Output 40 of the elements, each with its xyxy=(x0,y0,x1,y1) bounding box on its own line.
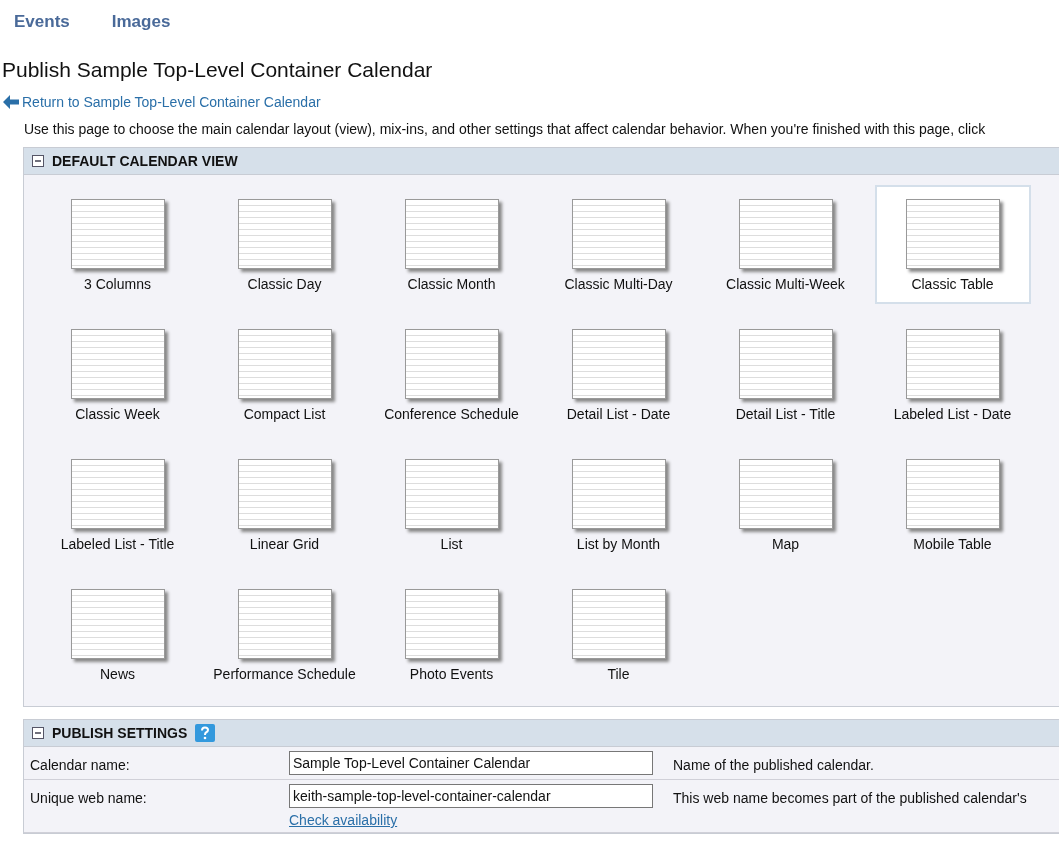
view-option[interactable]: Map xyxy=(707,445,864,564)
collapse-icon[interactable] xyxy=(32,155,44,167)
view-option[interactable]: Compact List xyxy=(206,315,363,434)
section-title: PUBLISH SETTINGS xyxy=(52,725,188,741)
view-option[interactable]: Conference Schedule xyxy=(373,315,530,434)
field-label: Unique web name: xyxy=(30,789,148,806)
text-field[interactable]: keith-sample-top-level-container-calendar xyxy=(289,784,653,808)
view-option[interactable]: Detail List - Title xyxy=(707,315,864,434)
intro-text: Use this page to choose the main calendar layout (view), mix-ins, and other settings that affect calendar behavior. When you're finished with this page, click xyxy=(24,121,987,137)
back-arrow-icon xyxy=(3,95,19,109)
view-option[interactable]: Classic Day xyxy=(206,185,363,304)
view-option[interactable]: Tile xyxy=(540,575,697,694)
text-field[interactable]: Sample Top-Level Container Calendar xyxy=(289,751,653,775)
check-availability-link[interactable]: Check availability xyxy=(289,812,673,828)
view-option[interactable]: Classic Week xyxy=(39,315,196,434)
view-option[interactable]: News xyxy=(39,575,196,694)
view-option[interactable]: Classic Multi-Week xyxy=(707,185,864,304)
view-option[interactable]: Performance Schedule xyxy=(206,575,363,694)
section-title: DEFAULT CALENDAR VIEW xyxy=(52,153,238,169)
view-option[interactable]: Labeled List - Date xyxy=(874,315,1031,434)
view-option[interactable]: List xyxy=(373,445,530,564)
view-option[interactable]: 3 Columns xyxy=(39,185,196,304)
field-label: Calendar name: xyxy=(30,756,131,773)
view-option[interactable]: Classic Month xyxy=(373,185,530,304)
view-option[interactable]: Detail List - Date xyxy=(540,315,697,434)
field-hint: Name of the published calendar. xyxy=(673,756,875,773)
view-option[interactable]: Mobile Table xyxy=(874,445,1031,564)
back-link[interactable]: Return to Sample Top-Level Container Calendar xyxy=(22,94,321,110)
collapse-icon[interactable] xyxy=(32,727,44,739)
view-option[interactable]: Classic Table xyxy=(874,185,1031,304)
nav-link[interactable]: Events xyxy=(14,12,70,42)
view-option[interactable]: Labeled List - Title xyxy=(39,445,196,564)
page-title: Publish Sample Top-Level Container Calendar xyxy=(2,58,434,82)
view-option[interactable]: List by Month xyxy=(540,445,697,564)
view-option[interactable]: Photo Events xyxy=(373,575,530,694)
view-option[interactable]: Classic Multi-Day xyxy=(540,185,697,304)
view-option[interactable]: Linear Grid xyxy=(206,445,363,564)
help-icon[interactable] xyxy=(195,724,216,742)
nav-link[interactable]: Images xyxy=(111,12,171,42)
field-hint: This web name becomes part of the published calendar's xyxy=(673,789,1028,806)
